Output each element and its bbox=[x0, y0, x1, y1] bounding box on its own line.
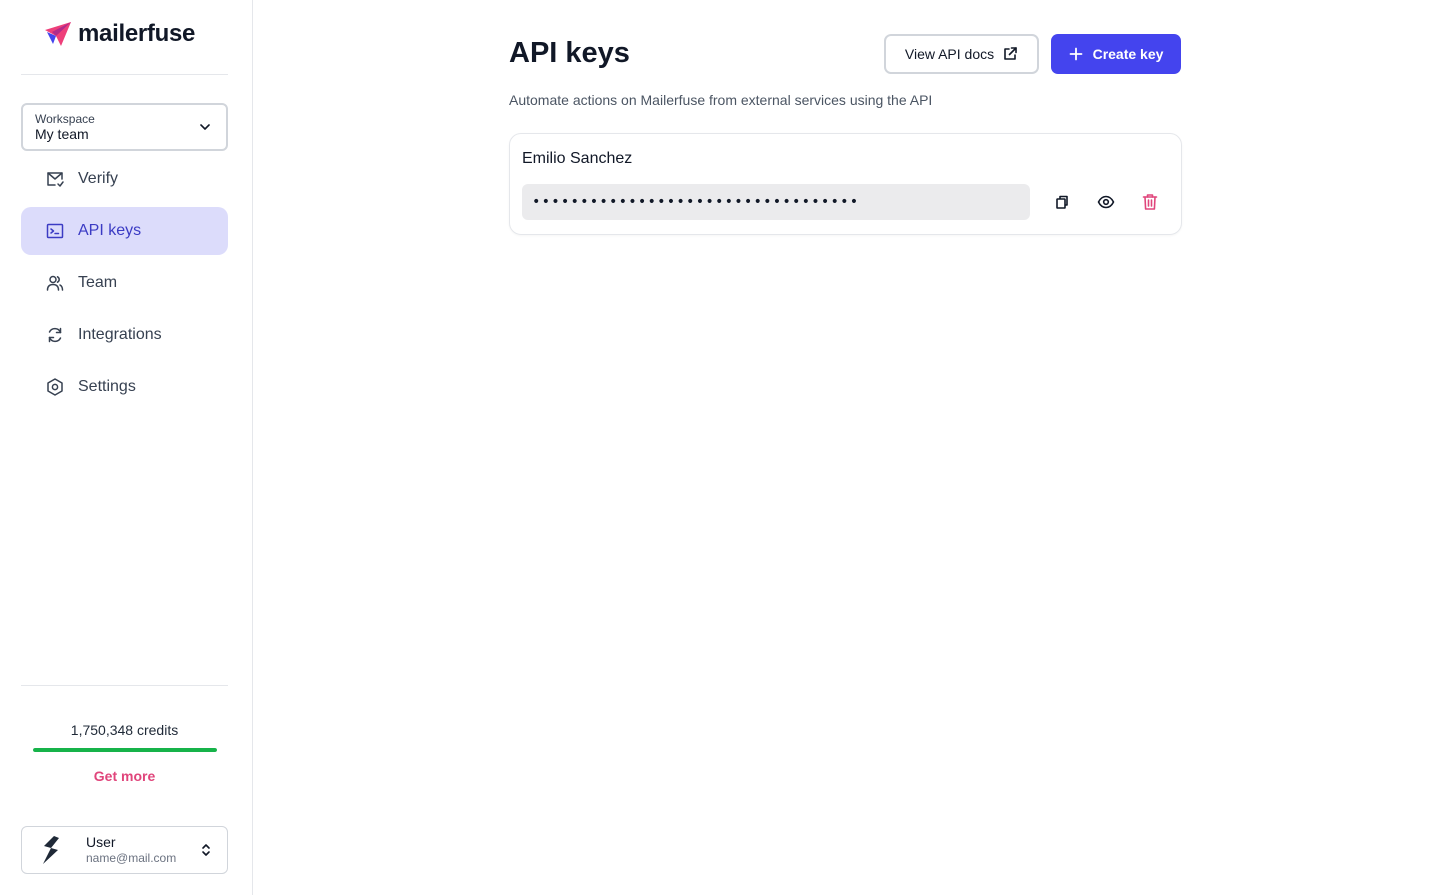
sidebar-item-label: Integrations bbox=[78, 326, 162, 343]
credits-panel: 1,750,348 credits Get more bbox=[21, 722, 228, 786]
eye-icon bbox=[1097, 195, 1115, 209]
brand-name: mailerfuse bbox=[78, 20, 196, 47]
logo[interactable]: mailerfuse bbox=[44, 20, 195, 48]
workspace-label: Workspace bbox=[35, 112, 95, 126]
paper-plane-logo-icon bbox=[45, 22, 71, 46]
credits-count: 1,750,348 credits bbox=[70, 722, 179, 738]
sidebar-nav: Verify API keys Team Integrations Settin… bbox=[21, 155, 228, 415]
users-icon bbox=[46, 275, 64, 291]
api-key-card: Emilio Sanchez •••••••••••••••••••••••••… bbox=[509, 133, 1182, 235]
sidebar-item-verify[interactable]: Verify bbox=[21, 155, 228, 203]
page-title: API keys bbox=[509, 37, 630, 69]
get-more-link[interactable]: Get more bbox=[94, 768, 155, 784]
user-info: User name@mail.com bbox=[86, 834, 176, 866]
copy-icon bbox=[1056, 195, 1068, 209]
view-api-docs-label: View API docs bbox=[904, 46, 995, 62]
chevron-down-icon bbox=[200, 124, 210, 130]
plus-icon bbox=[1069, 47, 1082, 61]
user-menu[interactable]: User name@mail.com bbox=[21, 826, 228, 874]
reveal-key-button[interactable] bbox=[1094, 190, 1118, 214]
external-link-icon bbox=[1004, 47, 1017, 60]
sidebar: mailerfuse Workspace My team Verify API … bbox=[0, 0, 253, 895]
refresh-icon bbox=[48, 327, 62, 343]
create-key-button[interactable]: Create key bbox=[1051, 34, 1181, 74]
sidebar-item-integrations[interactable]: Integrations bbox=[21, 311, 228, 359]
sidebar-item-label: Verify bbox=[78, 170, 119, 187]
chevron-up-down-icon bbox=[202, 844, 210, 856]
workspace-select[interactable]: Workspace My team bbox=[21, 103, 228, 151]
sidebar-divider-top bbox=[21, 74, 228, 75]
credits-progress-bar bbox=[32, 748, 217, 752]
api-key-value[interactable]: •••••••••••••••••••••••••••••••••• bbox=[522, 184, 1030, 220]
sidebar-item-settings[interactable]: Settings bbox=[21, 363, 228, 411]
sidebar-item-team[interactable]: Team bbox=[21, 259, 228, 307]
user-name: User bbox=[86, 834, 116, 850]
page-subtitle: Automate actions on Mailerfuse from exte… bbox=[509, 92, 933, 108]
gear-icon bbox=[47, 378, 63, 396]
credits-progress-fill bbox=[32, 748, 217, 752]
avatar bbox=[43, 836, 59, 864]
sidebar-item-label: Settings bbox=[78, 378, 136, 395]
copy-key-button[interactable] bbox=[1050, 190, 1074, 214]
user-email: name@mail.com bbox=[86, 851, 177, 865]
api-key-name: Emilio Sanchez bbox=[522, 150, 633, 167]
sidebar-item-api-keys[interactable]: API keys bbox=[21, 207, 228, 255]
trash-icon bbox=[1142, 194, 1158, 210]
sidebar-divider-bottom bbox=[21, 685, 228, 686]
create-key-label: Create key bbox=[1092, 46, 1164, 62]
view-api-docs-button[interactable]: View API docs bbox=[884, 34, 1039, 74]
terminal-icon bbox=[46, 223, 64, 239]
mail-check-icon bbox=[47, 172, 64, 187]
workspace-value: My team bbox=[35, 126, 89, 142]
sidebar-item-label: Team bbox=[78, 274, 118, 291]
sidebar-item-label: API keys bbox=[78, 222, 142, 239]
delete-key-button[interactable] bbox=[1138, 190, 1162, 214]
